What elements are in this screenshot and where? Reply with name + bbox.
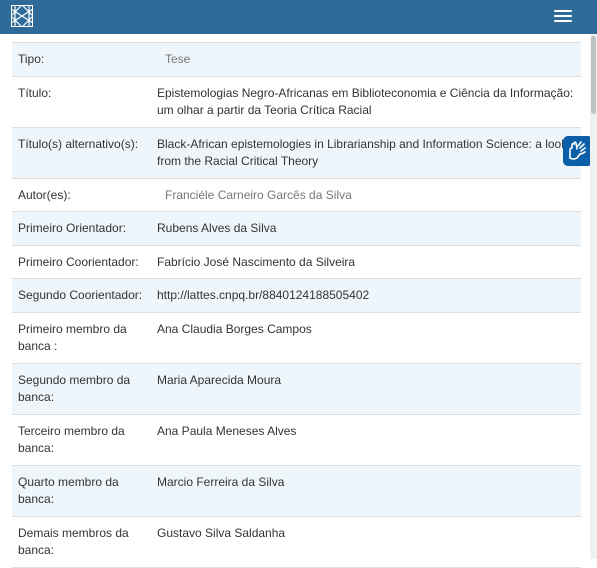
field-label: Primeiro Orientador: [12,211,151,245]
item-metadata-table: Tipo: Tese Título: Epistemologias Negro-… [12,42,581,568]
top-navbar [0,0,597,34]
first-coadvisor-value: Fabrício José Nascimento da Silveira [151,244,581,279]
metadata-row-title: Título: Epistemologias Negro-Africanas e… [12,75,581,127]
accessibility-widget-button[interactable] [563,136,593,166]
committee-member-value: Gustavo Silva Saldanha [151,515,581,568]
field-label: Primeiro membro da banca : [12,311,151,363]
metadata-row-committee-3: Terceiro membro da banca: Ana Paula Mene… [12,413,581,465]
metadata-row-author: Autor(es): Franciéle Carneiro Garcês da … [12,177,581,212]
field-label: Título: [12,75,151,127]
alt-title-value: Black-African epistemologies in Libraria… [151,126,581,178]
hamburger-menu-button[interactable] [544,7,580,27]
type-value[interactable]: Tese [157,51,190,69]
committee-member-value: Ana Claudia Borges Campos [151,311,581,363]
metadata-row-committee-2: Segundo membro da banca: Maria Aparecida… [12,362,581,414]
field-label: Primeiro Coorientador: [12,244,151,279]
second-coadvisor-value: http://lattes.cnpq.br/8840124188505402 [151,278,581,312]
metadata-row-type: Tipo: Tese [12,42,581,76]
field-label: Quarto membro da banca: [12,464,151,516]
scrollbar-thumb[interactable] [591,36,596,114]
metadata-row-second-coadvisor: Segundo Coorientador: http://lattes.cnpq… [12,278,581,312]
field-label: Tipo: [12,42,151,76]
metadata-row-alt-title: Título(s) alternativo(s): Black-African … [12,126,581,178]
field-label: Demais membros da banca: [12,515,151,568]
field-label: Autor(es): [12,177,151,212]
field-label: Segundo Coorientador: [12,278,151,312]
vertical-scrollbar[interactable] [590,34,597,559]
title-value: Epistemologias Negro-Africanas em Biblio… [151,75,581,127]
sign-language-hands-icon [569,141,586,160]
field-label: Título(s) alternativo(s): [12,126,151,178]
metadata-row-advisor: Primeiro Orientador: Rubens Alves da Sil… [12,211,581,245]
field-label: Terceiro membro da banca: [12,413,151,465]
metadata-row-other-members: Demais membros da banca: Gustavo Silva S… [12,515,581,568]
repository-logo-icon[interactable] [11,5,33,27]
metadata-row-committee-4: Quarto membro da banca: Marcio Ferreira … [12,464,581,516]
author-link[interactable]: Franciéle Carneiro Garcês da Silva [157,187,352,205]
field-label: Segundo membro da banca: [12,362,151,414]
committee-member-value: Maria Aparecida Moura [151,362,581,414]
advisor-value: Rubens Alves da Silva [151,211,581,245]
committee-member-value: Ana Paula Meneses Alves [151,413,581,465]
metadata-row-committee-1: Primeiro membro da banca : Ana Claudia B… [12,311,581,363]
committee-member-value: Marcio Ferreira da Silva [151,464,581,516]
metadata-row-first-coadvisor: Primeiro Coorientador: Fabrício José Nas… [12,244,581,279]
